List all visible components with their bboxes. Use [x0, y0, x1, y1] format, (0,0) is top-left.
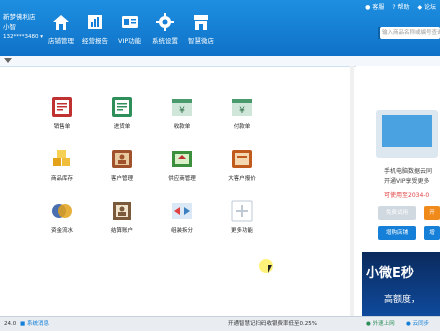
- func-label: 大客户报价: [228, 176, 256, 182]
- inventory-icon: [53, 150, 70, 166]
- nav-label: VIP功能: [118, 37, 142, 45]
- nav-settings[interactable]: 系统设置: [152, 12, 178, 45]
- account-icon: [113, 202, 131, 220]
- receipt-icon: ¥: [172, 99, 192, 116]
- cloud-sync-status[interactable]: ● 云同步: [406, 317, 429, 331]
- cashflow-icon: [52, 204, 72, 218]
- search-input[interactable]: 输入商品名称或编号查询: [380, 27, 440, 39]
- ad-expiry: 可使用至2034-0: [384, 192, 430, 199]
- buy-more-button[interactable]: 增: [424, 226, 440, 240]
- nav-label: 店铺管理: [48, 37, 74, 45]
- func-inventory[interactable]: 商品库存: [42, 148, 82, 182]
- free-trial-button[interactable]: 免费试用: [378, 206, 416, 220]
- promo-banner[interactable]: 小微E秒 高额度，: [362, 252, 440, 316]
- ad-line-1: 手机电脑数据云同: [384, 168, 433, 175]
- banner-title: 小微E秒: [366, 266, 414, 281]
- system-message-link[interactable]: ■ 系统消息: [20, 317, 49, 331]
- open-vip-button[interactable]: 开: [424, 206, 440, 220]
- payment-icon: ¥: [232, 99, 252, 116]
- func-label: 资金流水: [50, 228, 73, 234]
- purchase-order-icon: [112, 97, 132, 117]
- operator-name: 小智: [3, 23, 16, 31]
- func-receipt[interactable]: ¥ 收款单: [162, 96, 202, 130]
- func-key-account-quote[interactable]: 大客户报价: [222, 148, 262, 182]
- status-bar: 24.0 ■ 系统消息 开通智慧记扫码收银费率低至0.25% ● 外速上网 ● …: [0, 316, 440, 331]
- assembly-icon: [172, 203, 192, 219]
- chevron-down-icon[interactable]: [4, 58, 12, 63]
- house-icon: [53, 15, 69, 30]
- func-label: 结算账户: [110, 228, 133, 234]
- func-label: 销售单: [53, 124, 71, 130]
- scrollbar[interactable]: [350, 66, 354, 316]
- help-link[interactable]: ? 帮助: [392, 2, 409, 11]
- nav-smart-shop[interactable]: 智慧微店: [188, 12, 214, 45]
- func-payment[interactable]: ¥ 付款单: [222, 96, 262, 130]
- nav-vip[interactable]: VIP功能: [118, 12, 141, 45]
- func-more[interactable]: 更多功能: [222, 200, 262, 234]
- func-supplier[interactable]: 供应商管理: [162, 148, 202, 182]
- shop-icon: [194, 15, 208, 30]
- func-purchase-order[interactable]: 进货单: [102, 96, 142, 130]
- nav-store-management[interactable]: 店铺管理: [48, 12, 74, 45]
- svg-text:¥: ¥: [239, 106, 245, 116]
- status-message[interactable]: 开通智慧记扫码收银费率低至0.25%: [228, 317, 317, 331]
- func-label: 付款单: [233, 124, 251, 130]
- ad-line-2: 开通VIP享受更多: [384, 178, 430, 185]
- vip-card-icon: [121, 16, 138, 28]
- version-label: 24.0: [4, 321, 17, 327]
- func-settlement-account[interactable]: 结算账户: [102, 200, 142, 234]
- mouse-cursor-icon: [268, 265, 272, 273]
- plus-icon: [231, 200, 253, 222]
- banner-subtitle: 高额度，: [384, 295, 421, 305]
- func-label: 收款单: [173, 124, 191, 130]
- nav-label: 系统设置: [152, 37, 178, 45]
- func-label: 进货单: [113, 124, 131, 130]
- buy-store-button[interactable]: 增购店铺: [378, 226, 416, 240]
- func-customer[interactable]: 客户管理: [102, 148, 142, 182]
- func-assembly-split[interactable]: 组装拆分: [162, 200, 202, 234]
- func-label: 客户管理: [110, 176, 133, 182]
- store-name: 新梦佛利店: [3, 13, 36, 21]
- func-label: 供应商管理: [168, 176, 196, 182]
- nav-label: 经营报告: [82, 37, 108, 45]
- svg-text:¥: ¥: [179, 106, 185, 116]
- customer-icon: [112, 150, 132, 168]
- top-bar: 新梦佛利店 小智 132****3480 ▾ 店铺管理 经营报告 VIP功能 系…: [0, 0, 440, 56]
- account-phone[interactable]: 132****3480 ▾: [3, 32, 43, 42]
- sales-order-icon: [52, 97, 72, 117]
- network-status: ● 外速上网: [366, 321, 395, 327]
- forum-link[interactable]: ◆ 论坛: [417, 2, 436, 11]
- top-links: ● 客服 ? 帮助 ◆ 论坛: [365, 2, 436, 11]
- device-illustration: [376, 110, 438, 158]
- store-info[interactable]: 新梦佛利店 小智 132****3480 ▾: [3, 12, 43, 42]
- nav-label: 智慧微店: [188, 37, 214, 45]
- func-label: 更多功能: [230, 228, 253, 234]
- func-label: 组装拆分: [170, 228, 193, 234]
- func-sales-order[interactable]: 销售单: [42, 96, 82, 130]
- func-label: 商品库存: [50, 176, 73, 182]
- gear-icon: [156, 13, 174, 31]
- chart-icon: [88, 15, 102, 29]
- quote-icon: [232, 150, 252, 168]
- supplier-icon: [172, 151, 192, 167]
- service-link[interactable]: ● 客服: [365, 2, 384, 11]
- func-cash-flow[interactable]: 资金流水: [42, 200, 82, 234]
- nav-business-report[interactable]: 经营报告: [82, 12, 108, 45]
